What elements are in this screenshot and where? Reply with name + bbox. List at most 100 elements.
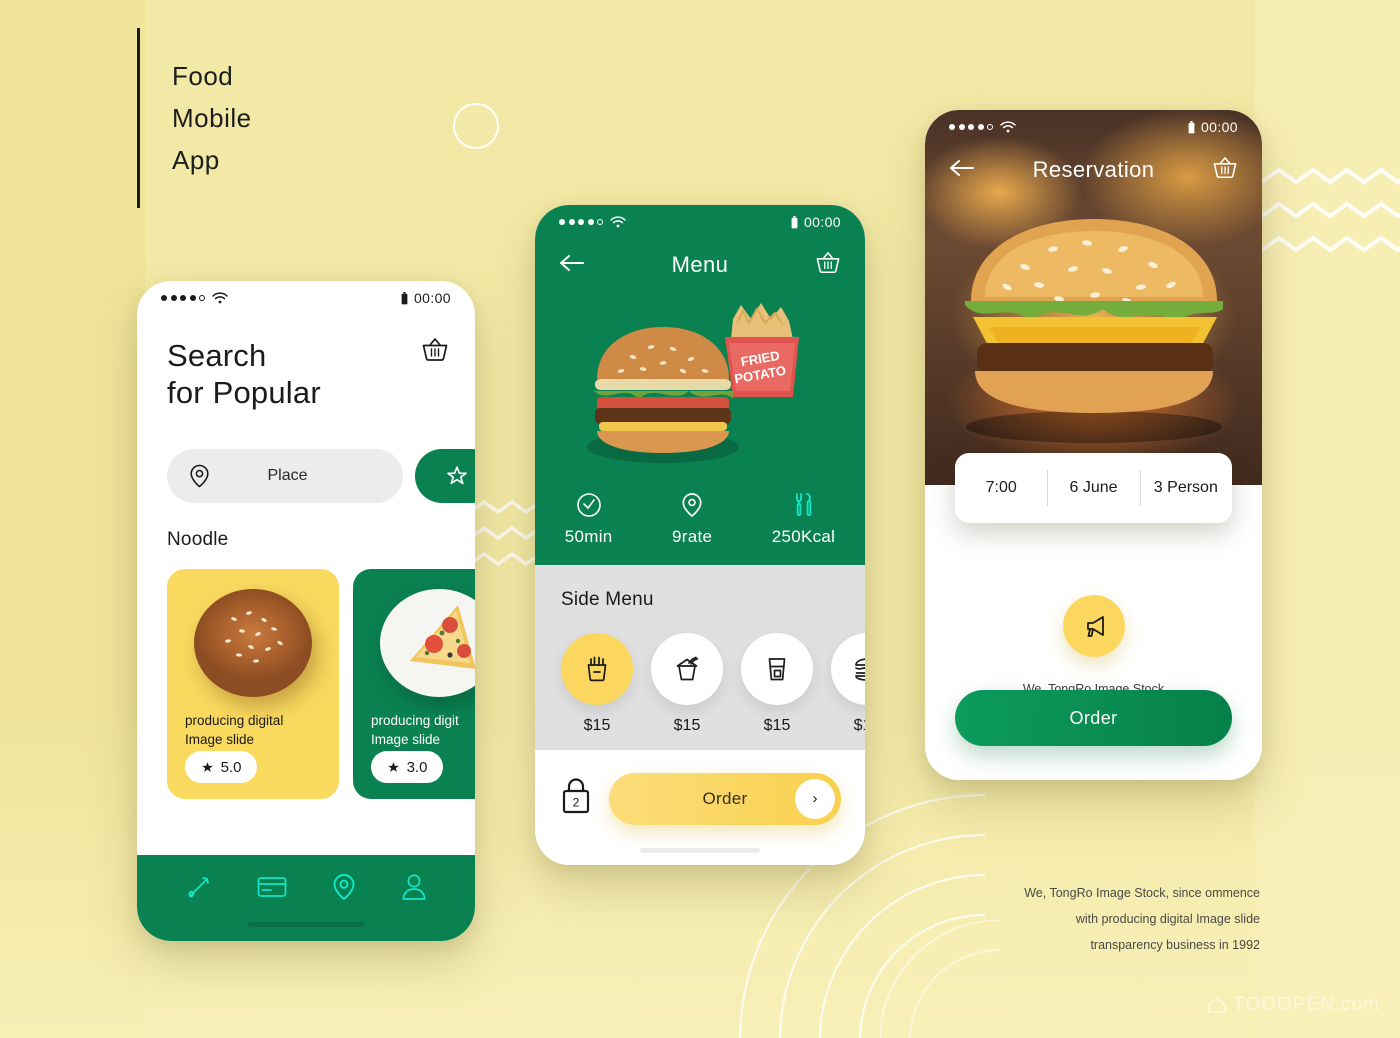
menu-title: Menu [671,252,729,277]
menu-order-bar: 2 Order › [535,750,865,865]
food-card-text-line-1: producing digital [185,713,284,728]
stat-rate-label: 9rate [671,527,713,546]
status-bar: 00:00 [925,110,1262,144]
stat-duration-label: 50min [564,527,613,546]
location-pin-icon [682,493,702,518]
basket-icon [422,338,448,361]
food-card-text: producing digit Image slide [371,711,475,749]
cutlery-icon [796,493,812,516]
back-button[interactable] [949,159,975,182]
sidebar-item-location[interactable] [332,873,356,906]
cheeseburger-photo [965,219,1223,443]
stat-rate: 9rate [672,492,712,547]
cart-button[interactable] [815,251,841,280]
order-arrow-button[interactable]: › [795,778,835,819]
food-card-text-line-2: Image slide [185,732,255,747]
title-line-2: Mobile [172,103,252,133]
side-item-price: $15 [853,717,865,734]
food-card[interactable]: producing digital Image slide 5.0 [167,569,339,799]
side-item-drink[interactable]: $15 [741,633,813,735]
status-bar: 00:00 [535,205,865,239]
order-button[interactable]: Order › [609,772,841,825]
order-button-label: Order [702,788,748,808]
side-menu-items: $15 $15 $15 $ [561,633,865,735]
menu-hero-section: 00:00 Menu FRIED POTATO 50min 9rate 250K… [535,205,865,565]
battery-icon [791,215,798,228]
home-indicator [640,848,760,853]
section-title-noodle: Noodle [167,529,229,550]
menu-stats-row: 50min 9rate 250Kcal [535,492,865,547]
battery-icon [401,291,408,304]
food-card-text-line-1: producing digit [371,713,459,728]
sidebar-item-profile[interactable] [401,873,427,906]
drink-cup-icon [768,658,786,681]
rating-value: 3.0 [406,758,428,776]
back-button[interactable] [559,254,585,277]
search-screen-body: Search for Popular Place Noodle producin… [137,337,475,799]
cart-button[interactable] [421,337,449,368]
reservation-time[interactable]: 7:00 [955,479,1047,497]
burger-and-fries-image: FRIED POTATO [587,303,799,463]
reservation-hero-photo: 00:00 Reservation [925,110,1262,485]
wifi-icon [1000,121,1016,133]
sidebar-item-payment[interactable] [257,875,287,904]
status-time: 00:00 [413,290,451,306]
side-item-price: $15 [763,717,791,734]
sidebar-item-call[interactable] [186,874,212,905]
reservation-date[interactable]: 6 June [1047,479,1139,497]
back-arrow-icon [560,254,584,271]
person-icon [402,874,425,900]
phone-screen-search: 00:00 Search for Popular Place Noodle pr… [137,281,475,941]
place-input[interactable]: Place [167,449,403,503]
signal-dots-icon [949,124,993,130]
basket-icon [1213,156,1237,178]
home-indicator [247,922,365,927]
burger-thumb [194,589,312,697]
battery-icon [1188,120,1195,133]
location-pin-icon [333,873,354,900]
rating-badge: 3.0 [371,751,443,783]
search-row: Place [167,449,475,503]
status-left [949,121,1016,133]
caption-line-2: with producing digital Image slide [1075,912,1260,926]
caption-line-3: transparency business in 1992 [1090,938,1260,952]
chevron-right-icon: › [812,790,818,807]
status-left [559,216,626,228]
side-item-fries[interactable]: $15 [561,633,633,735]
side-item-icon-wrap [831,633,865,705]
reservation-summary-card: 7:00 6 June 3 Person [955,453,1232,523]
phone-screen-menu: 00:00 Menu FRIED POTATO 50min 9rate 250K… [535,205,865,865]
signal-dots-icon [559,219,603,225]
reservation-app-bar: Reservation [925,144,1262,196]
food-card[interactable]: producing digit Image slide 3.0 [353,569,475,799]
star-icon [387,761,399,772]
rating-value: 5.0 [220,758,242,776]
reservation-order-button[interactable]: Order [955,690,1232,746]
title-line-1: Food [172,61,234,91]
pizza-slice [410,605,475,669]
wifi-icon [610,216,626,228]
cart-button[interactable] [1212,156,1238,185]
side-item-burger[interactable]: $15 [831,633,865,735]
side-item-noodle-box[interactable]: $15 [651,633,723,735]
pizza-thumb [380,589,475,697]
phone-screen-reservation: 00:00 Reservation 7:00 6 June 3 Person W… [925,110,1262,780]
title-line-3: App [172,145,220,175]
search-heading-line-2: for Popular [167,375,321,410]
side-menu-title: Side Menu [561,589,654,610]
reservation-header: 00:00 Reservation [925,119,1262,196]
status-time: 00:00 [803,214,841,230]
food-card-list: producing digital Image slide 5.0 produc… [167,569,475,799]
clock-icon [576,493,601,517]
favorites-button[interactable] [415,449,475,503]
side-item-price: $15 [583,717,611,734]
reservation-party-size[interactable]: 3 Person [1140,479,1232,497]
side-item-icon-wrap [741,633,813,705]
location-pin-icon [190,464,209,488]
sesame-seeds [225,611,283,663]
place-input-value: Place [267,467,308,484]
bag-button[interactable]: 2 [559,777,593,820]
status-bar: 00:00 [137,281,475,315]
watermark: TOOOPEN.com [1207,994,1380,1016]
watermark-text: TOOOPEN.com [1233,994,1380,1015]
